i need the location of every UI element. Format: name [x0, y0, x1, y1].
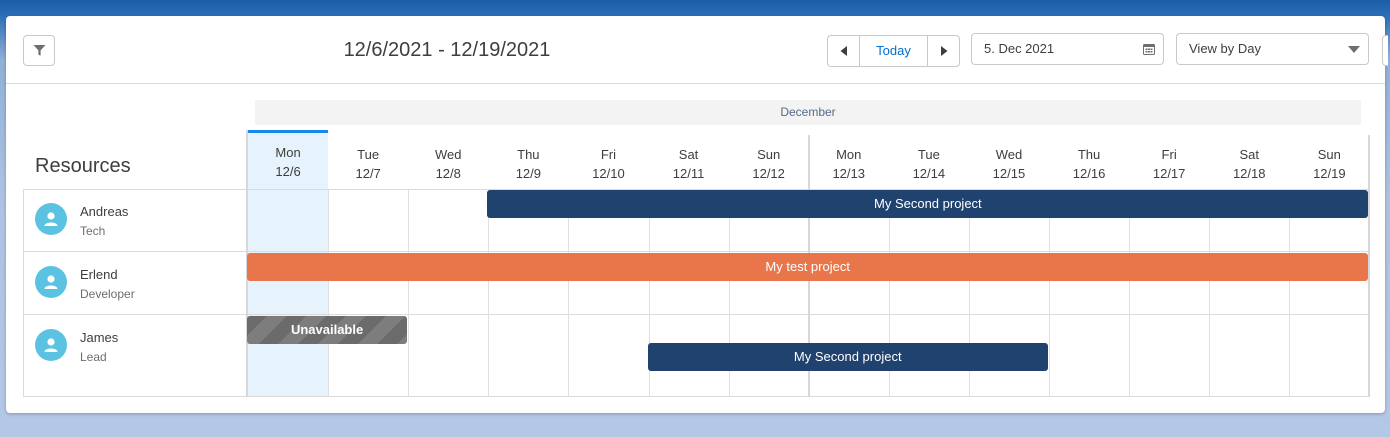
resource-role: Developer [80, 287, 135, 301]
day-name: Sat [1239, 147, 1259, 162]
day-name: Tue [357, 147, 380, 162]
grid-line [1289, 189, 1291, 397]
chevron-down-icon [1348, 34, 1360, 64]
avatar [35, 266, 67, 298]
day-date: 12/8 [435, 166, 461, 181]
grid-line [1049, 189, 1050, 397]
day-name: Mon [275, 145, 301, 160]
day-name: Fri [600, 147, 617, 162]
day-header[interactable]: Sun 12/12 [729, 130, 809, 189]
next-button[interactable] [927, 35, 960, 67]
day-header[interactable]: Thu 12/16 [1049, 130, 1129, 189]
day-date: 12/18 [1232, 166, 1266, 181]
day-header[interactable]: Mon 12/13 [809, 130, 889, 189]
resource-name: Erlend [80, 267, 118, 282]
user-icon [44, 275, 58, 289]
user-icon [44, 338, 58, 352]
project-bar[interactable]: My Second project [647, 343, 1048, 371]
day-date: 12/16 [1072, 166, 1106, 181]
resource-role: Tech [80, 224, 106, 238]
day-date: 12/10 [592, 166, 625, 181]
resource-row[interactable]: Erlend Developer [23, 252, 247, 315]
unavailable-block[interactable]: Unavailable [247, 316, 408, 344]
resource-row[interactable]: James Lead [23, 315, 247, 397]
month-header: December [255, 100, 1361, 125]
avatar [35, 329, 67, 361]
day-name: Sun [757, 147, 781, 162]
day-date: 12/11 [672, 166, 705, 181]
day-header[interactable]: Sun 12/19 [1289, 130, 1369, 189]
day-date: 12/14 [912, 166, 946, 181]
chevron-right-icon [928, 36, 959, 66]
grid-line [1209, 189, 1211, 397]
day-date: 12/9 [515, 166, 541, 181]
chevron-left-icon [828, 36, 859, 66]
day-header[interactable]: Wed 12/8 [408, 130, 488, 189]
day-header[interactable]: Thu 12/9 [488, 130, 568, 189]
day-date: 12/17 [1152, 166, 1186, 181]
day-date: 12/19 [1313, 166, 1346, 181]
resource-role: Lead [80, 350, 107, 364]
day-header[interactable]: Fri 12/17 [1129, 130, 1209, 189]
user-icon [44, 212, 58, 226]
previous-button[interactable] [827, 35, 860, 67]
avatar [35, 203, 67, 235]
day-date: 12/15 [992, 166, 1026, 181]
resource-name: James [80, 330, 119, 345]
grid-line [408, 189, 410, 397]
day-header[interactable]: Sat 12/11 [649, 130, 729, 189]
day-name: Mon [836, 147, 862, 162]
day-header[interactable]: Mon 12/6 [248, 130, 329, 189]
day-header[interactable]: Fri 12/10 [568, 130, 648, 189]
day-name: Tue [917, 147, 940, 162]
day-header[interactable]: Tue 12/7 [328, 130, 408, 189]
schedule-grid: Mon 12/6 Tue 12/7 Wed 12/8 Thu 12/9 Fri 12/10 Sat 1… [23, 130, 1371, 398]
day-date: 12/6 [275, 164, 301, 179]
scheduler-card: 12/6/2021 - 12/19/2021 Today 5. Dec 2021 [6, 16, 1388, 413]
view-select[interactable]: View by Day [1176, 33, 1369, 65]
date-value: 5. Dec 2021 [984, 41, 1055, 56]
overflow-button[interactable] [1382, 35, 1388, 66]
resource-row[interactable]: Andreas Tech [23, 189, 247, 252]
date-picker-input[interactable]: 5. Dec 2021 [971, 33, 1164, 65]
filter-icon [24, 36, 54, 65]
view-value: View by Day [1189, 41, 1262, 56]
grid-line [568, 189, 570, 397]
day-name: Fri [1161, 147, 1177, 162]
day-name: Thu [517, 147, 540, 162]
day-header[interactable]: Tue 12/14 [889, 130, 969, 189]
calendar-icon[interactable] [1143, 34, 1155, 64]
today-column-highlight [248, 189, 329, 397]
day-header[interactable]: Wed 12/15 [969, 130, 1049, 189]
day-date: 12/12 [752, 166, 785, 181]
filter-button[interactable] [23, 35, 55, 66]
day-date: 12/7 [355, 166, 381, 181]
grid-line [1129, 189, 1131, 397]
grid-line [488, 189, 490, 397]
day-header[interactable]: Sat 12/18 [1209, 130, 1289, 189]
day-date: 12/13 [832, 166, 865, 181]
grid-line [328, 189, 330, 397]
day-name: Sun [1317, 147, 1341, 162]
today-button[interactable]: Today [859, 35, 928, 67]
project-bar[interactable]: My test project [247, 253, 1369, 281]
toolbar: 12/6/2021 - 12/19/2021 Today 5. Dec 2021 [6, 16, 1388, 84]
day-name: Thu [1077, 147, 1101, 162]
day-name: Wed [434, 147, 462, 162]
day-name: Wed [995, 147, 1023, 162]
resource-name: Andreas [80, 204, 129, 219]
project-bar[interactable]: My Second project [487, 190, 1369, 218]
date-range-title: 12/6/2021 - 12/19/2021 [343, 39, 551, 61]
day-name: Sat [678, 147, 699, 162]
